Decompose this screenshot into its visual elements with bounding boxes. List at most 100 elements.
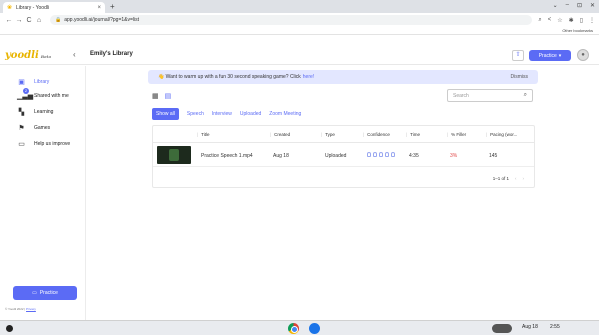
practice-label: Practice	[39, 290, 58, 296]
grid-view-icon[interactable]: ▦	[152, 92, 159, 100]
table-row[interactable]: Practice Speech 1.mp4 Aug 18 Uploaded 4:…	[153, 143, 534, 167]
chevron-down-icon: ▾	[558, 52, 562, 59]
zoom-icon[interactable]: ⌕	[538, 17, 541, 24]
notification-badge: 2	[23, 88, 29, 94]
tray-date[interactable]: Aug 18	[522, 324, 538, 330]
list-view-icon[interactable]: ▤	[165, 92, 172, 100]
filter-zoom-meeting[interactable]: Zoom Meeting	[269, 111, 301, 117]
row-title[interactable]: Practice Speech 1.mp4	[201, 153, 253, 159]
banner-link[interactable]: here!	[303, 74, 314, 80]
window-controls: ⌄ – ⊡ ✕	[553, 2, 595, 9]
prev-page-icon[interactable]: ‹	[515, 176, 517, 181]
chrome-app-icon[interactable]	[288, 323, 299, 334]
tab-close-icon[interactable]: ×	[97, 5, 101, 11]
sidebar: ▣ Library ▁▃▅ 2 Shared with me ▚ Learning…	[0, 66, 86, 320]
share-icon[interactable]: <	[548, 17, 552, 24]
dismiss-button[interactable]: Dismiss	[511, 74, 529, 80]
reload-icon[interactable]: C	[24, 17, 34, 24]
logo-text: yoodli	[5, 50, 39, 61]
column-time[interactable]: | Time	[406, 132, 420, 137]
practice-button[interactable]: ▭ Practice	[13, 286, 77, 300]
table-header: | Title | Created | Type | Confidence | Time …	[153, 126, 534, 143]
other-bookmarks[interactable]: Other bookmarks	[562, 28, 593, 33]
address-bar-row: ← → C ⌂ 🔒 app.yoodli.ai/journal/?pg=1&v=…	[0, 13, 599, 27]
column-title[interactable]: | Title	[197, 132, 210, 137]
upload-button[interactable]: ⇧	[512, 50, 524, 61]
url-field[interactable]: 🔒 app.yoodli.ai/journal/?pg=1&v=list	[50, 15, 533, 25]
back-icon[interactable]: ←	[4, 17, 14, 24]
close-window-icon[interactable]: ✕	[590, 2, 595, 9]
upload-icon: ⇧	[515, 52, 521, 58]
files-app-icon[interactable]	[309, 323, 320, 334]
avatar[interactable]: ●	[577, 49, 589, 61]
mic-icon	[379, 152, 383, 157]
filter-speech[interactable]: Speech	[187, 111, 204, 117]
practice-icon: ▭	[32, 290, 37, 296]
shared-icon: ▁▃▅ 2	[17, 88, 34, 100]
lock-icon: 🔒	[55, 17, 62, 23]
privacy-link[interactable]: Privacy	[26, 307, 36, 311]
tab-search-icon[interactable]: ⌄	[553, 2, 558, 9]
column-type[interactable]: | Type	[321, 132, 335, 137]
app-header: yoodli Beta ‹ Emily's Library ⇧ Practice …	[0, 45, 599, 65]
extensions-icon[interactable]: ✱	[569, 17, 574, 24]
view-toggle: ▦ ▤	[152, 92, 171, 100]
sidebar-item-library[interactable]: ▣ Library	[17, 78, 49, 86]
browser-tab[interactable]: ❀ Library - Yoodli ×	[3, 2, 105, 13]
video-thumbnail[interactable]	[157, 146, 191, 164]
pagination: 1–1 of 1 ‹ ›	[493, 176, 524, 181]
page-title: Emily's Library	[90, 51, 133, 57]
address-bar-icons: ⌕ < ☆ ✱ ▯ ⋮	[538, 17, 595, 24]
tray-time[interactable]: 2:55	[550, 324, 560, 330]
confidence-indicator	[367, 152, 395, 157]
maximize-icon[interactable]: ⊡	[577, 2, 582, 9]
sidebar-item-games[interactable]: ⚑ Games	[17, 124, 50, 132]
search-input[interactable]: Search ⌕	[447, 89, 533, 102]
sidebar-item-shared[interactable]: ▁▃▅ 2 Shared with me	[17, 88, 69, 100]
feedback-icon: ▭	[18, 141, 25, 148]
minimize-icon[interactable]: –	[566, 2, 569, 9]
tray-pill-icon[interactable]	[492, 324, 512, 333]
filter-show-all[interactable]: Show all	[152, 108, 179, 120]
game-banner: 👋 Want to warm up with a fun 30 second s…	[148, 70, 538, 84]
sidepanel-icon[interactable]: ▯	[580, 17, 583, 24]
yoodli-favicon-icon: ❀	[7, 4, 13, 11]
practice-label: Practice	[538, 52, 557, 59]
learning-icon: ▚	[18, 109, 25, 116]
sidebar-item-label: Games	[34, 125, 51, 131]
column-created[interactable]: | Created	[270, 132, 290, 137]
new-tab-button[interactable]: +	[110, 2, 115, 11]
sidebar-item-label: Shared with me	[34, 93, 69, 99]
sidebar-item-label: Library	[34, 79, 50, 85]
search-placeholder: Search	[453, 92, 469, 99]
filter-uploaded[interactable]: Uploaded	[240, 111, 261, 117]
bookmarks-bar: Other bookmarks	[0, 27, 599, 35]
row-pacing: 145	[489, 153, 498, 159]
yoodli-logo[interactable]: yoodli Beta	[5, 50, 51, 61]
collapse-sidebar-icon[interactable]: ‹	[73, 50, 76, 59]
forward-icon[interactable]: →	[14, 17, 24, 24]
banner-text: 👋 Want to warm up with a fun 30 second s…	[158, 74, 301, 80]
menu-icon[interactable]: ⋮	[589, 17, 595, 24]
sidebar-item-help[interactable]: ▭ Help us improve	[17, 140, 70, 148]
star-icon[interactable]: ☆	[557, 17, 562, 24]
url-text: app.yoodli.ai/journal/?pg=1&v=list	[64, 17, 140, 23]
launcher-icon[interactable]	[6, 325, 13, 332]
practice-dropdown-button[interactable]: Practice ▾	[529, 50, 571, 61]
column-pacing[interactable]: | Pacing (wor...	[486, 132, 517, 137]
next-page-icon[interactable]: ›	[523, 176, 525, 181]
column-confidence[interactable]: | Confidence	[363, 132, 390, 137]
mic-icon	[373, 152, 377, 157]
row-filler: 3%	[450, 153, 458, 159]
filter-interview[interactable]: Interview	[212, 111, 232, 117]
os-taskbar: Aug 18 2:55	[0, 320, 599, 335]
sidebar-item-learning[interactable]: ▚ Learning	[17, 108, 54, 116]
copyright: © Yoodli 2022 | Privacy	[5, 307, 36, 311]
tab-title: Library - Yoodli	[16, 4, 50, 11]
home-icon[interactable]: ⌂	[34, 17, 44, 24]
library-icon: ▣	[18, 79, 25, 86]
pagination-label: 1–1 of 1	[492, 176, 509, 181]
sidebar-item-label: Learning	[34, 109, 54, 115]
column-filler[interactable]: |% Filler	[447, 132, 466, 137]
browser-tab-bar: ❀ Library - Yoodli × + ⌄ – ⊡ ✕	[0, 0, 599, 13]
